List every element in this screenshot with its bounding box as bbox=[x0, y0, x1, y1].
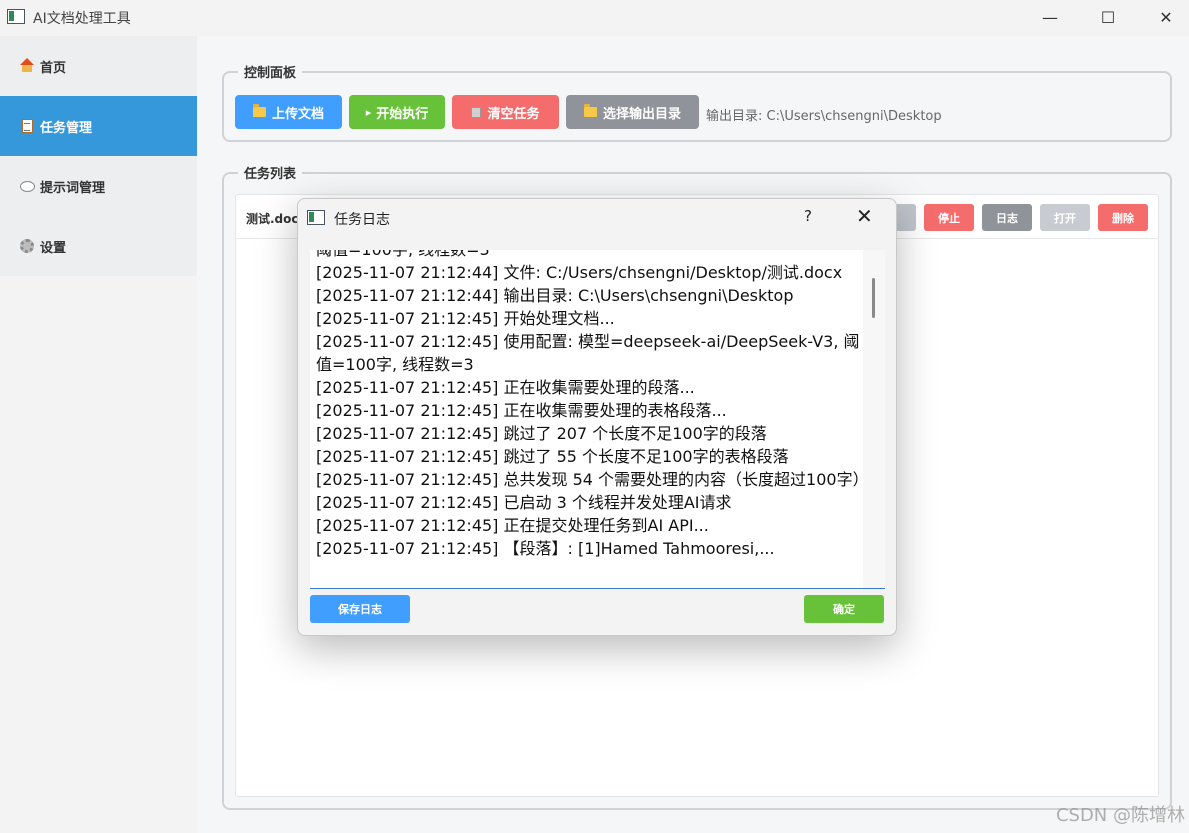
sidebar-item-label: 首页 bbox=[40, 60, 67, 76]
sidebar-item-home[interactable]: 首页 bbox=[0, 36, 197, 96]
sidebar-item-label: 设置 bbox=[40, 240, 67, 256]
upload-document-button[interactable]: 上传文档 bbox=[235, 95, 342, 129]
speech-bubble-icon bbox=[19, 178, 35, 194]
upload-label: 上传文档 bbox=[271, 106, 324, 122]
clear-tasks-button[interactable]: 清空任务 bbox=[452, 95, 559, 129]
watermark: CSDN @陈增林 bbox=[1055, 805, 1185, 826]
log-line: [2025-11-07 21:12:44] 文件: C:/Users/chsen… bbox=[316, 263, 843, 282]
log-button[interactable]: 日志 bbox=[982, 204, 1032, 231]
sidebar-item-label: 任务管理 bbox=[40, 120, 93, 136]
window-title: AI文档处理工具 bbox=[33, 11, 131, 27]
document-icon bbox=[19, 118, 35, 134]
folder-icon bbox=[583, 104, 597, 117]
sidebar: 首页 任务管理 提示词管理 设置 bbox=[0, 36, 197, 276]
maximize-button[interactable]: ☐ bbox=[1079, 0, 1137, 34]
folder-icon bbox=[252, 104, 266, 117]
sidebar-item-task-management[interactable]: 任务管理 bbox=[0, 96, 197, 156]
select-output-label: 选择输出目录 bbox=[602, 106, 681, 122]
start-label: 开始执行 bbox=[376, 106, 429, 122]
log-line: [2025-11-07 21:12:45] 正在收集需要处理的段落... bbox=[316, 378, 695, 397]
dialog-title: 任务日志 bbox=[334, 212, 390, 228]
log-line: [2025-11-07 21:12:45] 跳过了 207 个长度不足100字的… bbox=[316, 424, 767, 443]
log-line: [2025-11-07 21:12:45] 开始处理文档... bbox=[316, 309, 615, 328]
log-line: [2025-11-07 21:12:45] 正在提交处理任务到AI API... bbox=[316, 516, 709, 535]
task-list-title: 任务列表 bbox=[238, 163, 303, 182]
task-log-dialog: 任务日志 ? ✕ 阈值=100字, 线程数=3 [2025-11-07 21:12… bbox=[297, 198, 897, 636]
log-line: [2025-11-07 21:12:45] 正在收集需要处理的表格段落... bbox=[316, 401, 727, 420]
sidebar-item-prompt-management[interactable]: 提示词管理 bbox=[0, 156, 197, 216]
log-content: 阈值=100字, 线程数=3 [2025-11-07 21:12:44] 文件: … bbox=[316, 250, 869, 560]
start-execution-button[interactable]: ▸ 开始执行 bbox=[349, 95, 445, 129]
sidebar-item-settings[interactable]: 设置 bbox=[0, 216, 197, 276]
trash-icon bbox=[471, 106, 482, 118]
home-icon bbox=[19, 58, 35, 74]
log-line: [2025-11-07 21:12:45] 跳过了 55 个长度不足100字的表… bbox=[316, 447, 789, 466]
minimize-button[interactable]: — bbox=[1021, 0, 1079, 34]
control-panel-title: 控制面板 bbox=[238, 62, 303, 81]
stop-button[interactable]: 停止 bbox=[924, 204, 974, 231]
output-dir-text: 输出目录: C:\Users\chsengni\Desktop bbox=[706, 109, 942, 124]
app-icon bbox=[7, 9, 25, 24]
scrollbar[interactable] bbox=[863, 250, 885, 588]
ok-button[interactable]: 确定 bbox=[804, 595, 884, 623]
gear-icon bbox=[19, 238, 35, 254]
title-bar: AI文档处理工具 — ☐ ✕ bbox=[0, 0, 1189, 34]
log-line: 阈值=100字, 线程数=3 bbox=[316, 250, 864, 261]
save-log-button[interactable]: 保存日志 bbox=[310, 595, 410, 623]
app-icon bbox=[307, 210, 325, 225]
log-line: [2025-11-07 21:12:45] 已启动 3 个线程并发处理AI请求 bbox=[316, 493, 732, 512]
log-line: [2025-11-07 21:12:45] 使用配置: 模型=deepseek-… bbox=[316, 332, 860, 374]
help-button[interactable]: ? bbox=[804, 207, 812, 225]
scrollbar-thumb[interactable] bbox=[872, 278, 875, 318]
log-line: [2025-11-07 21:12:45] 总共发现 54 个需要处理的内容（长… bbox=[316, 470, 869, 489]
close-button[interactable]: ✕ bbox=[1137, 0, 1189, 34]
log-line: [2025-11-07 21:12:44] 输出目录: C:\Users\chs… bbox=[316, 286, 794, 305]
open-button[interactable]: 打开 bbox=[1040, 204, 1090, 231]
sidebar-item-label: 提示词管理 bbox=[40, 180, 106, 196]
dialog-close-button[interactable]: ✕ bbox=[856, 204, 873, 228]
log-line: [2025-11-07 21:12:45] 【段落】: [1]Hamed Tah… bbox=[316, 539, 775, 558]
log-text-area[interactable]: 阈值=100字, 线程数=3 [2025-11-07 21:12:44] 文件: … bbox=[310, 250, 885, 589]
play-icon: ▸ bbox=[365, 105, 372, 119]
select-output-dir-button[interactable]: 选择输出目录 bbox=[566, 95, 699, 129]
control-panel: 控制面板 上传文档 ▸ 开始执行 清空任务 选择输出目录 输出目录: C:\Us… bbox=[222, 62, 1172, 142]
clear-label: 清空任务 bbox=[487, 106, 540, 122]
delete-button[interactable]: 删除 bbox=[1098, 204, 1148, 231]
